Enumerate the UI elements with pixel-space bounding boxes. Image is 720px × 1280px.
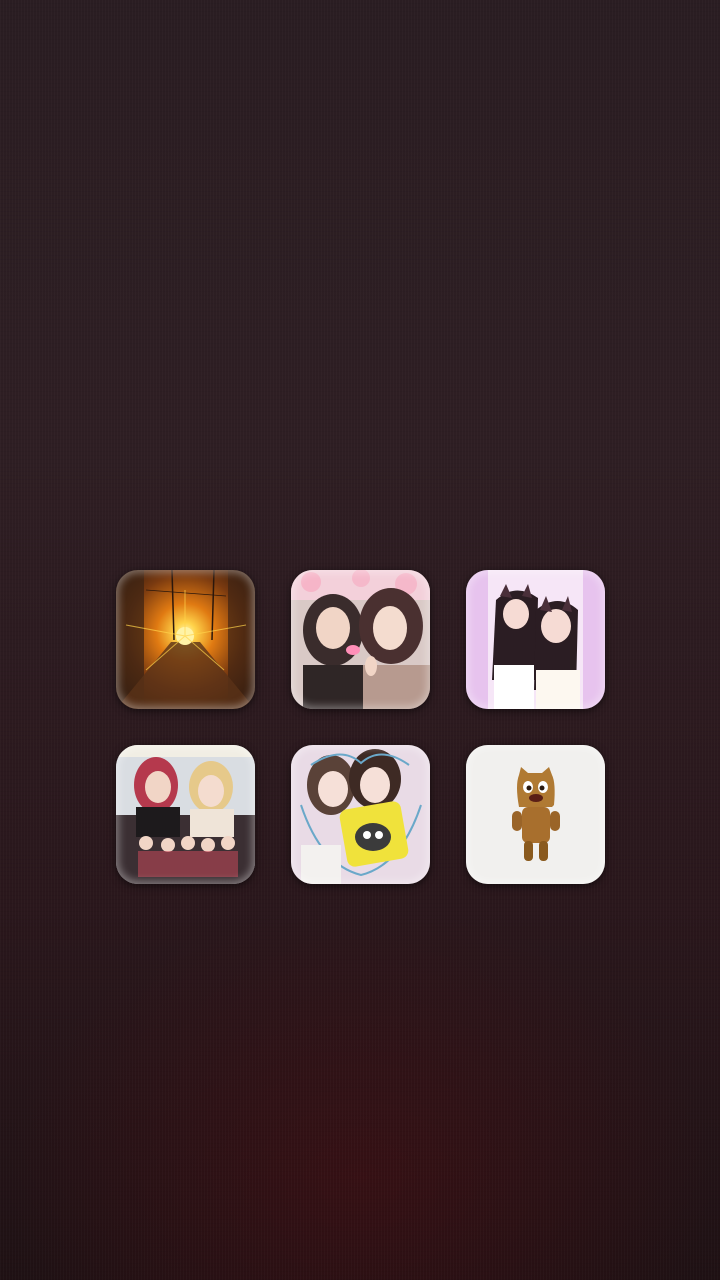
two-girls-selfie-image [291, 570, 430, 709]
decorated-purikura-image [291, 745, 430, 884]
cat-filter-selfie-image [466, 570, 605, 709]
photo-thumbnail-3[interactable] [466, 570, 605, 709]
photo-thumbnail-4[interactable] [116, 745, 255, 884]
photo-grid [116, 570, 605, 885]
group-photo-image [116, 745, 255, 884]
photo-thumbnail-6[interactable] [466, 745, 605, 884]
photo-thumbnail-5[interactable] [291, 745, 430, 884]
brown-cartoon-character-image [466, 745, 605, 884]
sunset-street-image [116, 570, 255, 709]
photo-thumbnail-1[interactable] [116, 570, 255, 709]
photo-thumbnail-2[interactable] [291, 570, 430, 709]
